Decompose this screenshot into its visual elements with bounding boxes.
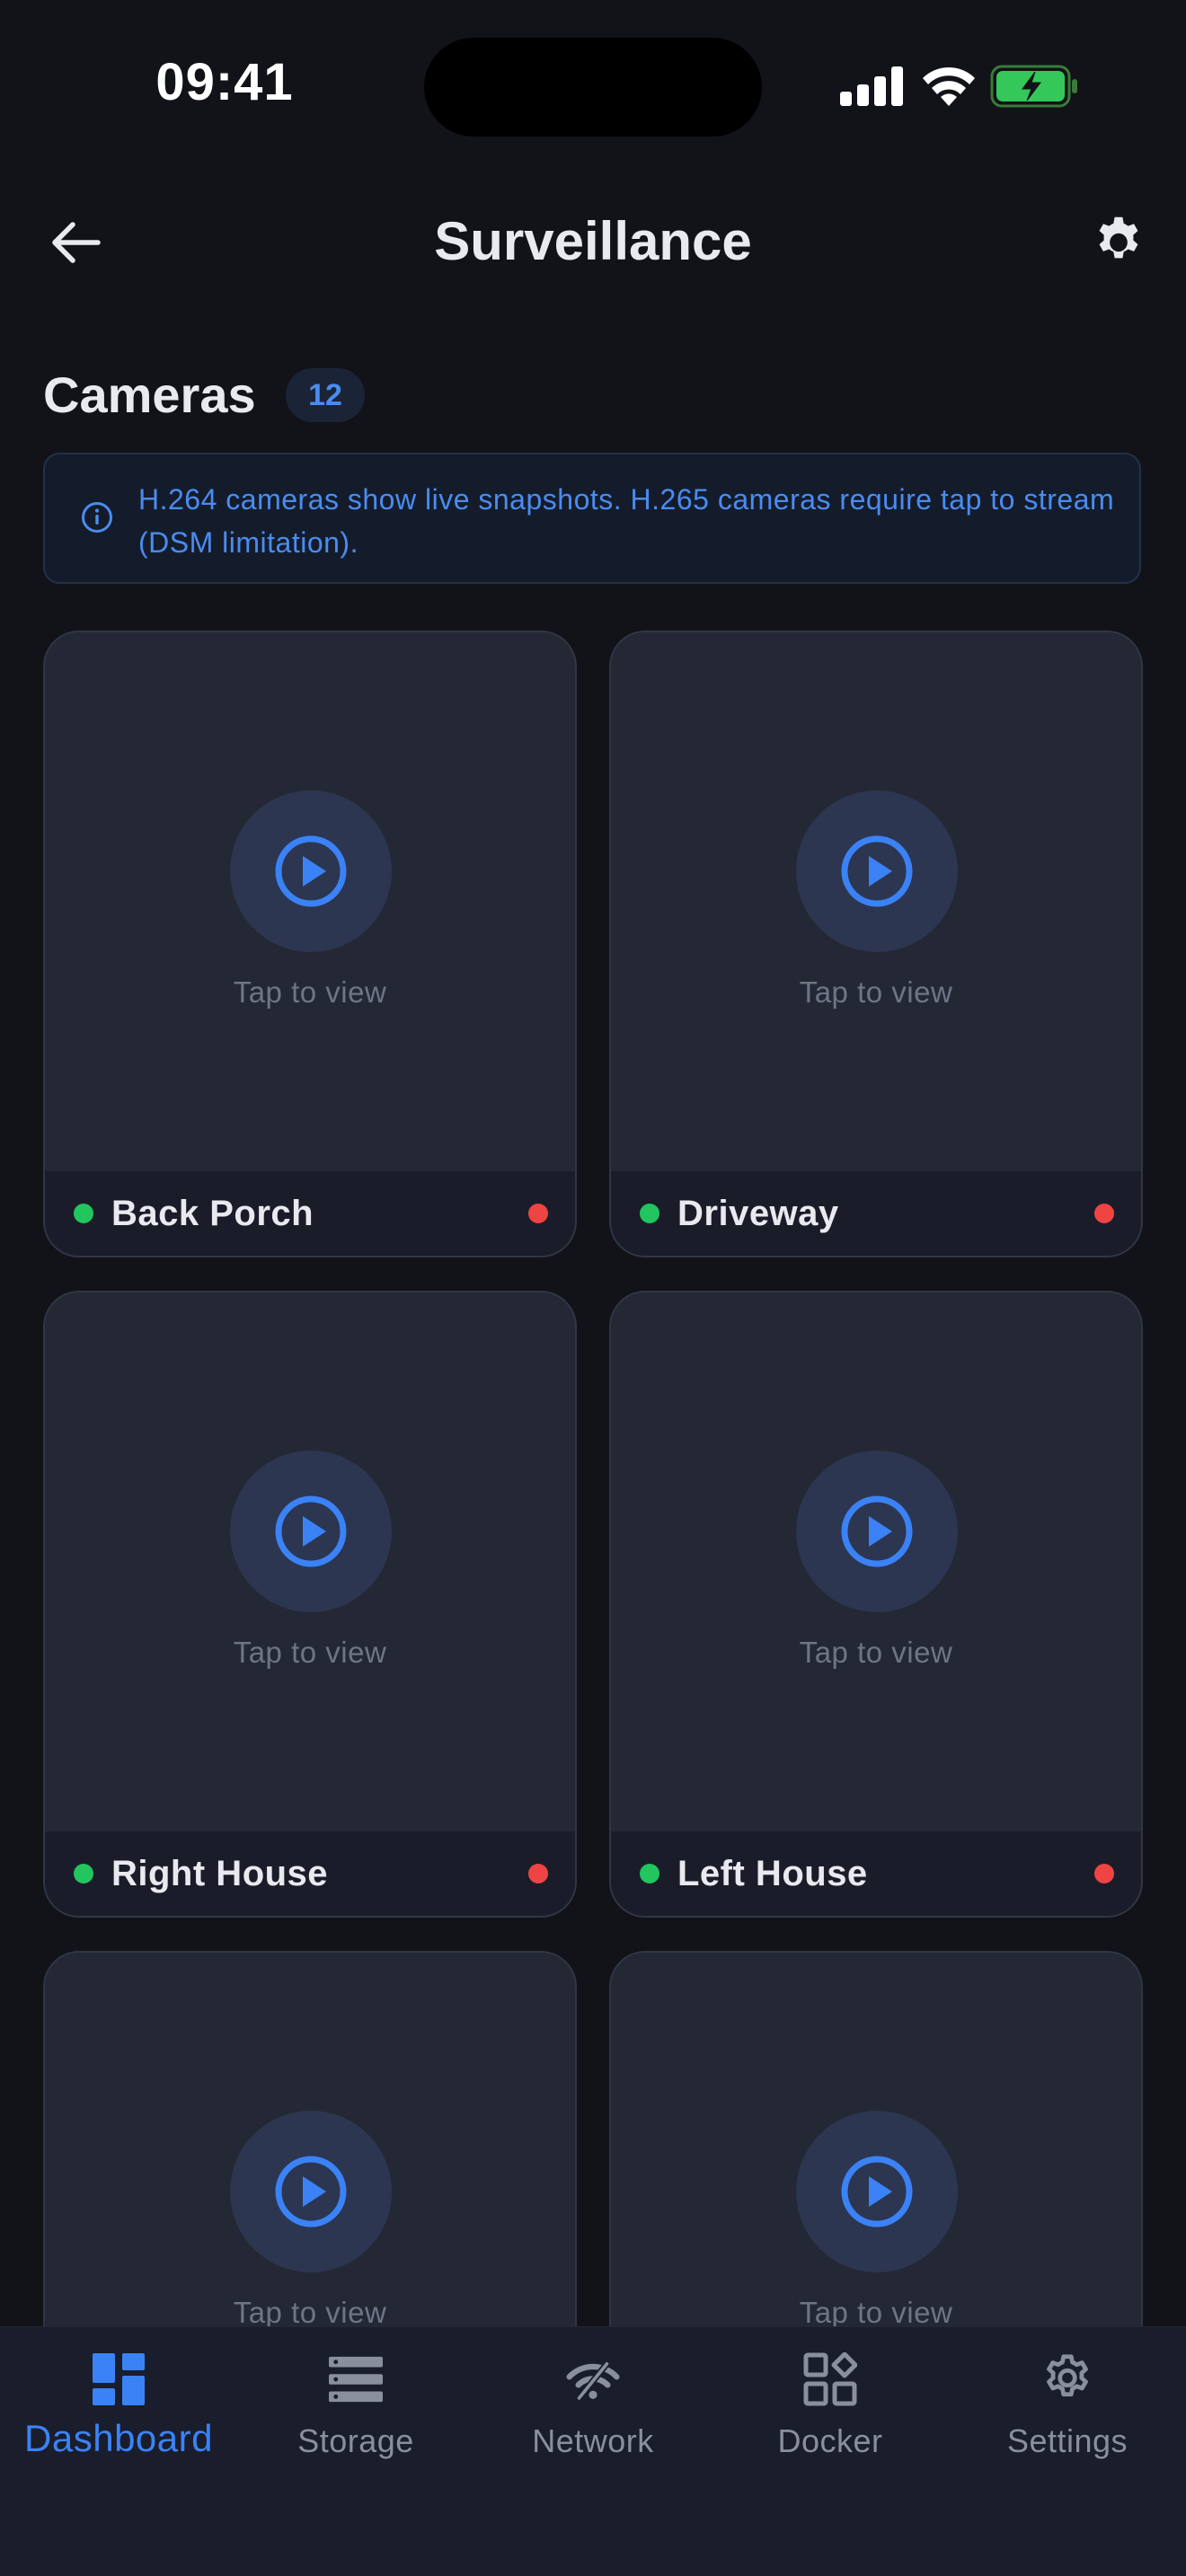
page-title: Surveillance [434,211,752,271]
tab-storage[interactable]: Storage [237,2327,474,2507]
recording-status-dot [1094,1204,1114,1223]
online-status-dot [640,1864,659,1883]
play-button[interactable] [796,790,958,952]
camera-name: Back Porch [111,1194,314,1233]
status-bar: 09:41 [0,0,1186,171]
camera-name: Right House [111,1854,329,1893]
tap-to-view-label: Tap to view [799,1636,953,1669]
camera-card-driveway[interactable]: Tap to view Driveway [609,631,1143,1257]
play-icon [275,2156,347,2228]
tap-to-view-label: Tap to view [233,975,387,1009]
camera-card-back-porch[interactable]: Tap to view Back Porch [43,631,577,1257]
tab-docker[interactable]: Docker [712,2327,949,2507]
recording-status-dot [1094,1864,1114,1883]
play-icon [841,1495,913,1567]
play-button[interactable] [230,1451,392,1612]
info-banner: H.264 cameras show live snapshots. H.265… [43,453,1141,584]
dynamic-island [424,38,762,137]
play-icon [275,1495,347,1567]
play-button[interactable] [230,790,392,952]
play-icon [841,835,913,907]
info-text: H.264 cameras show live snapshots. H.265… [138,483,1115,559]
camera-footer: Driveway [611,1171,1141,1256]
arrow-left-icon [52,222,101,263]
battery-charging-icon [990,65,1080,112]
gear-icon [1099,216,1138,259]
tab-label: Network [532,2422,654,2459]
camera-count-badge: 12 [286,368,365,422]
online-status-dot [74,1864,93,1883]
online-status-dot [640,1204,659,1223]
back-button[interactable] [36,202,117,283]
tab-label: Storage [297,2422,414,2459]
play-button[interactable] [796,1451,958,1612]
recording-status-dot [528,1864,548,1883]
camera-name: Left House [677,1854,868,1893]
wifi-icon [921,63,977,110]
play-button[interactable] [230,2111,392,2272]
play-icon [841,2156,913,2228]
tap-to-view-label: Tap to view [233,1636,387,1669]
cellular-signal-icon [840,66,903,110]
play-icon [275,835,347,907]
recording-status-dot [528,1204,548,1223]
tap-to-view-label: Tap to view [233,2296,387,2329]
tab-network[interactable]: Network [474,2327,712,2507]
tab-label: Dashboard [24,2417,213,2459]
status-time: 09:41 [155,53,294,111]
network-icon [566,2352,620,2406]
camera-footer: Back Porch [45,1171,575,1256]
tab-label: Docker [777,2422,883,2459]
dashboard-icon [92,2352,146,2406]
gear-icon [1040,2352,1094,2406]
storage-icon [329,2352,383,2406]
camera-footer: Right House [45,1831,575,1916]
info-icon [81,501,113,538]
surveillance-screen: 09:41 Surveillance Cameras 12 H.264 came… [0,0,1186,2576]
camera-card-left-house[interactable]: Tap to view Left House [609,1291,1143,1918]
online-status-dot [74,1204,93,1223]
tab-label: Settings [1006,2422,1128,2459]
play-button[interactable] [796,2111,958,2272]
camera-footer: Left House [611,1831,1141,1916]
camera-name: Driveway [677,1194,839,1233]
settings-button[interactable] [1078,202,1159,283]
section-title: Cameras [43,366,256,423]
tab-dashboard[interactable]: Dashboard [0,2327,237,2507]
tap-to-view-label: Tap to view [799,975,953,1009]
camera-card-right-house[interactable]: Tap to view Right House [43,1291,577,1918]
tab-bar: Dashboard Storage Network Docker Setting… [0,2326,1186,2576]
tab-settings[interactable]: Settings [949,2327,1186,2507]
tap-to-view-label: Tap to view [799,2296,953,2329]
docker-icon [803,2352,857,2406]
